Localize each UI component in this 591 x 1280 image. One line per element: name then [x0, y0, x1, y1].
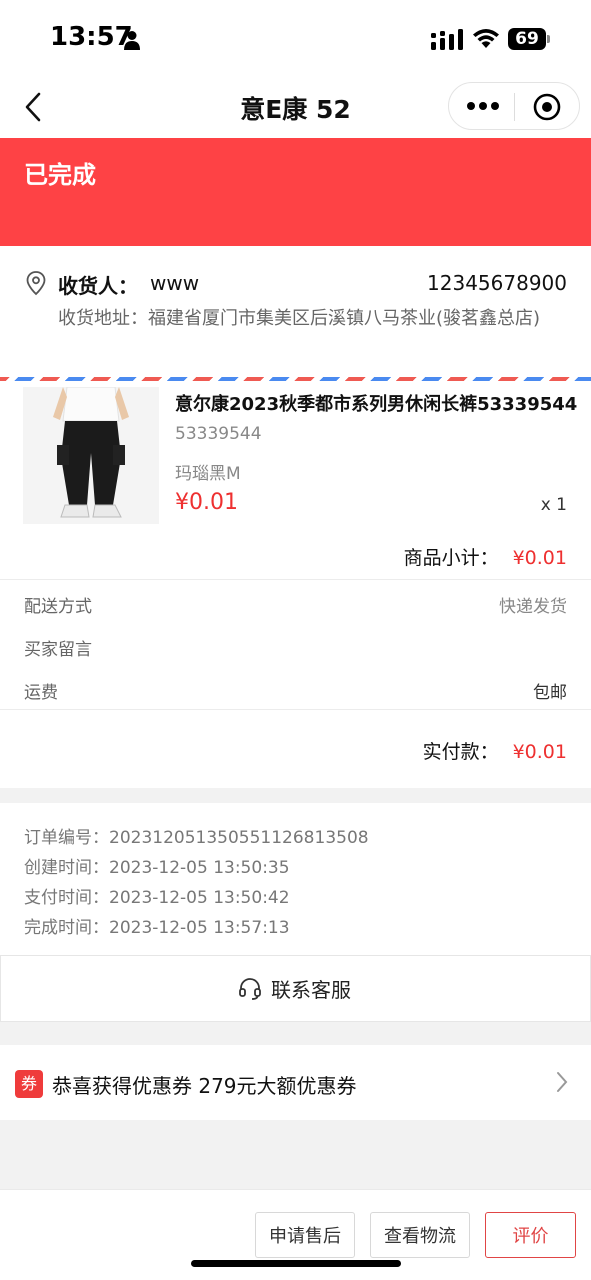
- miniprogram-capsule: [448, 82, 580, 130]
- product-image[interactable]: [23, 387, 159, 524]
- address-line: 收货地址：福建省厦门市集美区后溪镇八马茶业(骏茗鑫总店): [58, 308, 541, 329]
- coupon-banner[interactable]: 券 恭喜获得优惠券 279元大额优惠券: [0, 1045, 591, 1120]
- bottom-action-bar: 申请售后 查看物流 评价: [0, 1189, 591, 1280]
- address-card: 收货人： www 12345678900 收货地址：福建省厦门市集美区后溪镇八马…: [0, 246, 591, 378]
- view-logistics-button[interactable]: 查看物流: [370, 1212, 470, 1258]
- paid-total: 实付款： ¥0.01: [0, 710, 591, 788]
- product-code: 53339544: [175, 424, 262, 444]
- subtotal-amount: ¥0.01: [512, 547, 567, 569]
- review-button[interactable]: 评价: [485, 1212, 576, 1258]
- capsule-divider: [514, 93, 515, 121]
- completed-time: 完成时间：2023-12-05 13:57:13: [24, 918, 290, 938]
- coupon-badge: 券: [15, 1070, 43, 1098]
- freight-value: 包邮: [533, 683, 567, 703]
- after-sale-button[interactable]: 申请售后: [255, 1212, 355, 1258]
- receiver-name: www: [150, 271, 200, 295]
- contact-service-label: 联系客服: [271, 978, 351, 1002]
- status-bar: 13:57 69: [0, 0, 591, 80]
- chevron-right-icon: [557, 1072, 568, 1092]
- paid-time: 支付时间：2023-12-05 13:50:42: [24, 888, 290, 908]
- subtotal: 商品小计： ¥0.01: [404, 543, 567, 570]
- product-quantity: x 1: [540, 495, 567, 515]
- created-time: 创建时间：2023-12-05 13:50:35: [24, 858, 290, 878]
- order-info: 订单编号：20231205135055112681350‌8 创建时间：2023…: [0, 803, 591, 955]
- home-indicator: [191, 1260, 401, 1267]
- battery-indicator: 69: [508, 28, 546, 50]
- target-icon[interactable]: [533, 93, 561, 121]
- delivery-method-label: 配送方式: [24, 597, 92, 617]
- product-spec: 玛瑙黑M: [175, 464, 241, 484]
- person-icon: [124, 31, 140, 50]
- order-status-banner: 已完成: [0, 138, 591, 246]
- coupon-text: 恭喜获得优惠券 279元大额优惠券: [52, 1074, 357, 1098]
- product-name[interactable]: 意尔康2023秋季都市系列男休闲长裤53339544: [175, 390, 577, 416]
- nav-bar: 意E康 52: [0, 80, 591, 138]
- buyer-message-label: 买家留言: [24, 640, 92, 660]
- signal-icon: [431, 29, 463, 50]
- receiver-label: 收货人：: [58, 274, 138, 298]
- receiver-phone: 12345678900: [427, 271, 567, 295]
- order-number[interactable]: 订单编号：20231205135055112681350‌8: [24, 823, 369, 848]
- battery-cap: [547, 35, 550, 43]
- wifi-icon: [473, 29, 499, 48]
- headset-icon: [239, 978, 261, 1000]
- product-price: ¥0.01: [175, 490, 238, 515]
- pin-icon: [26, 271, 46, 296]
- contact-service-button[interactable]: 联系客服: [0, 955, 591, 1022]
- paid-amount: ¥0.01: [512, 741, 567, 763]
- delivery-section: 配送方式 快递发货 买家留言 运费 包邮: [0, 579, 591, 710]
- order-status-label: 已完成: [24, 161, 96, 189]
- freight-label: 运费: [24, 683, 58, 703]
- status-time: 13:57: [50, 22, 133, 52]
- goods-section: 意尔康2023秋季都市系列男休闲长裤53339544 53339544 玛瑙黑M…: [0, 381, 591, 579]
- more-icon[interactable]: [467, 101, 499, 111]
- paid-row: 实付款： ¥0.01: [423, 737, 567, 764]
- subtotal-label: 商品小计：: [403, 547, 499, 569]
- delivery-method-value: 快递发货: [499, 597, 567, 617]
- paid-label: 实付款：: [422, 741, 499, 763]
